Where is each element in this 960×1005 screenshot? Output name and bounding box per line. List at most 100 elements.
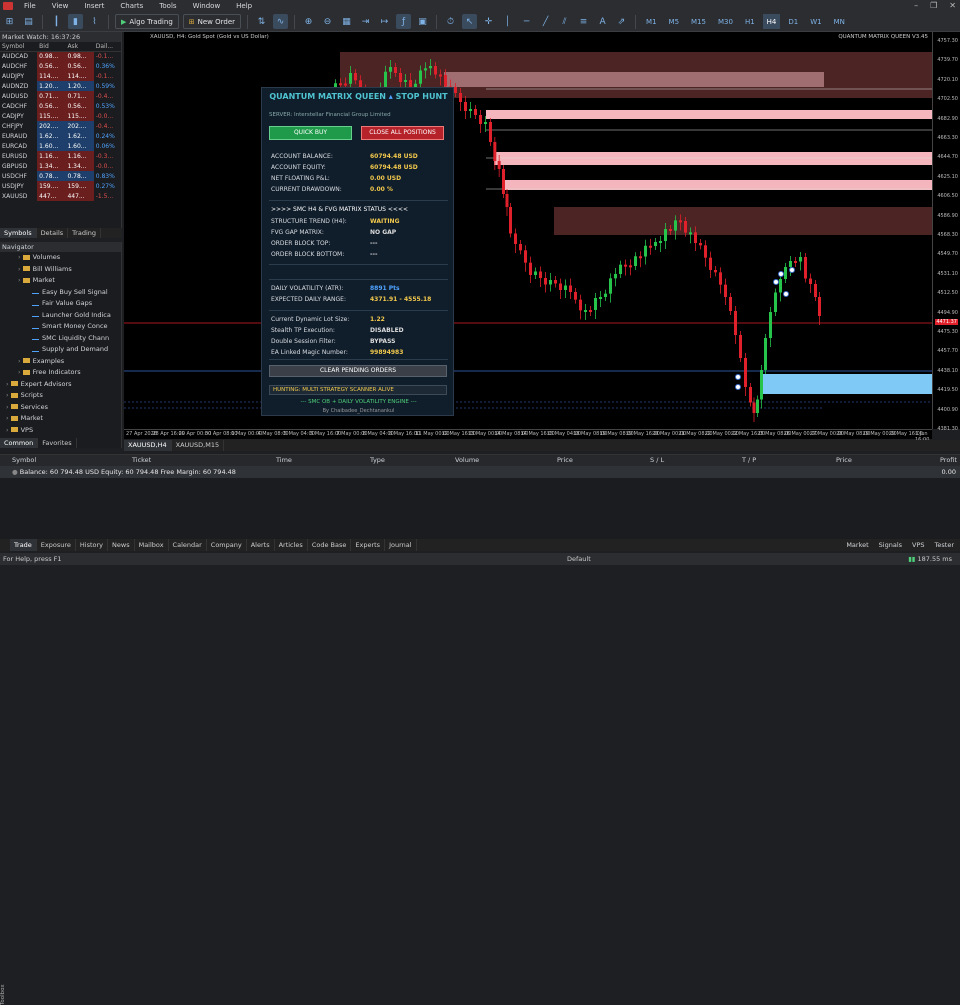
- tab-common[interactable]: Common: [0, 438, 39, 448]
- terminal-tab[interactable]: Exposure: [37, 539, 76, 551]
- clear-pending-button[interactable]: CLEAR PENDING ORDERS: [269, 365, 447, 377]
- menu-tools[interactable]: Tools: [151, 2, 184, 10]
- terminal-tab[interactable]: Journal: [385, 539, 417, 551]
- market-watch-row[interactable]: AUDUSD 0.71... 0.71... -0.4...: [0, 91, 122, 101]
- symbol-cell[interactable]: AUDNZD: [0, 81, 37, 91]
- close-icon[interactable]: ✕: [949, 1, 956, 10]
- quick-buy-button[interactable]: QUICK BUY: [269, 126, 352, 140]
- symbol-cell[interactable]: XAUUSD: [0, 191, 37, 201]
- new-order-button[interactable]: ⊞ New Order: [182, 14, 242, 29]
- navigator-item[interactable]: › VPS: [0, 425, 121, 437]
- terminal-tab[interactable]: Calendar: [169, 539, 207, 551]
- terminal-tab[interactable]: Experts: [351, 539, 386, 551]
- symbol-cell[interactable]: USDCHF: [0, 171, 37, 181]
- tab-details[interactable]: Details: [37, 228, 69, 238]
- terminal-col-header[interactable]: Time: [276, 455, 292, 466]
- market-watch-row[interactable]: USDCHF 0.78... 0.78... 0.83%: [0, 171, 122, 181]
- terminal-col-header[interactable]: Symbol: [12, 455, 36, 466]
- algo-trading-button[interactable]: ▶ Algo Trading: [115, 14, 179, 29]
- navigator-item[interactable]: Easy Buy Sell Signal: [0, 287, 121, 299]
- chart-tab-h4[interactable]: XAUUSD,H4: [124, 440, 172, 451]
- market-watch-row[interactable]: CHFJPY 202.... 202.... -0.4...: [0, 121, 122, 131]
- periods-icon[interactable]: ⏱: [443, 14, 458, 29]
- line-chart-icon[interactable]: ⌇: [87, 14, 102, 29]
- market-watch-row[interactable]: AUDJPY 114.... 114.... -0.1...: [0, 71, 122, 81]
- terminal-col-header[interactable]: Profit: [940, 455, 957, 466]
- cursor-icon[interactable]: ↖: [462, 14, 478, 29]
- terminal-col-header[interactable]: T / P: [742, 455, 756, 466]
- symbol-cell[interactable]: AUDUSD: [0, 91, 37, 101]
- tf-d1[interactable]: D1: [784, 14, 802, 29]
- market-watch-row[interactable]: CADJPY 115.... 115.... -0.0...: [0, 111, 122, 121]
- terminal-tab[interactable]: Company: [207, 539, 247, 551]
- price-axis[interactable]: 4757.30 4739.70 4720.10 4702.50 4682.90 4663.…: [932, 32, 960, 432]
- terminal-tab[interactable]: Code Base: [308, 539, 352, 551]
- market-watch-row[interactable]: AUDNZD 1.20... 1.20... 0.59%: [0, 81, 122, 91]
- navigator-item[interactable]: Fair Value Gaps: [0, 298, 121, 310]
- navigator-item[interactable]: › Expert Advisors: [0, 379, 121, 391]
- tf-w1[interactable]: W1: [806, 14, 825, 29]
- terminal-tab[interactable]: Mailbox: [135, 539, 169, 551]
- navigator-item[interactable]: Supply and Demand: [0, 344, 121, 356]
- navigator-item[interactable]: › Examples: [0, 356, 121, 368]
- fibonacci-icon[interactable]: ≡: [576, 14, 591, 29]
- restore-icon[interactable]: ❐: [930, 1, 937, 10]
- terminal-col-header[interactable]: Price: [557, 455, 573, 466]
- market-watch-row[interactable]: XAUUSD 447... 447... -1.5...: [0, 191, 122, 201]
- tile-windows-icon[interactable]: ▦: [339, 14, 354, 29]
- col-ask[interactable]: Ask: [65, 42, 94, 52]
- menu-window[interactable]: Window: [185, 2, 229, 10]
- col-symbol[interactable]: Symbol: [0, 42, 38, 52]
- tf-h4[interactable]: H4: [762, 14, 781, 29]
- depth-of-market-icon[interactable]: ⇅: [254, 14, 269, 29]
- new-chart-icon[interactable]: ⊞: [2, 14, 17, 29]
- terminal-tab[interactable]: History: [76, 539, 109, 551]
- text-icon[interactable]: A: [595, 14, 610, 29]
- symbol-cell[interactable]: AUDJPY: [0, 71, 37, 81]
- col-daily[interactable]: Dail...: [93, 42, 122, 52]
- terminal-col-header[interactable]: Ticket: [132, 455, 151, 466]
- terminal-tab[interactable]: Articles: [275, 539, 308, 551]
- symbol-cell[interactable]: CHFJPY: [0, 121, 37, 131]
- bar-chart-icon[interactable]: ┃: [49, 14, 64, 29]
- right-panel-tab[interactable]: Market: [846, 541, 868, 549]
- tab-favorites[interactable]: Favorites: [38, 438, 77, 448]
- autoscroll-icon[interactable]: ↦: [377, 14, 392, 29]
- right-panel-tab[interactable]: VPS: [912, 541, 925, 549]
- navigator-item[interactable]: Smart Money Conce: [0, 321, 121, 333]
- symbol-cell[interactable]: EURUSD: [0, 151, 37, 161]
- terminal-tab[interactable]: Trade: [10, 539, 37, 551]
- candlestick-chart[interactable]: BOS: [124, 32, 932, 429]
- symbol-cell[interactable]: CADJPY: [0, 111, 37, 121]
- terminal-tab[interactable]: News: [108, 539, 135, 551]
- balance-row[interactable]: ● Balance: 60 794.48 USD Equity: 60 794.…: [0, 466, 960, 478]
- candlestick-icon[interactable]: ▮: [68, 14, 83, 29]
- tf-mn[interactable]: MN: [830, 14, 849, 29]
- vertical-line-icon[interactable]: │: [500, 14, 515, 29]
- market-watch-row[interactable]: EURCAD 1.60... 1.60... 0.06%: [0, 141, 122, 151]
- horizontal-line-icon[interactable]: ─: [519, 14, 534, 29]
- trendline-icon[interactable]: ╱: [538, 14, 553, 29]
- templates-icon[interactable]: ▣: [415, 14, 430, 29]
- navigator-item[interactable]: › Market: [0, 275, 121, 287]
- symbol-cell[interactable]: USDJPY: [0, 181, 37, 191]
- menu-charts[interactable]: Charts: [112, 2, 151, 10]
- market-watch-row[interactable]: GBPUSD 1.34... 1.34... -0.0...: [0, 161, 122, 171]
- market-watch-row[interactable]: AUDCAD 0.98... 0.98... -0.1...: [0, 51, 122, 61]
- right-panel-tab[interactable]: Signals: [879, 541, 902, 549]
- terminal-col-header[interactable]: Price: [836, 455, 852, 466]
- market-watch-row[interactable]: CADCHF 0.56... 0.56... 0.53%: [0, 101, 122, 111]
- navigator-item[interactable]: › Market: [0, 413, 121, 425]
- tf-m15[interactable]: M15: [687, 14, 710, 29]
- symbol-cell[interactable]: AUDCAD: [0, 51, 37, 61]
- menu-help[interactable]: Help: [228, 2, 260, 10]
- menu-view[interactable]: View: [44, 2, 77, 10]
- menu-file[interactable]: File: [16, 2, 44, 10]
- symbol-cell[interactable]: AUDCHF: [0, 61, 37, 71]
- profiles-icon[interactable]: ▤: [21, 14, 36, 29]
- navigator-item[interactable]: › Volumes: [0, 252, 121, 264]
- market-watch-row[interactable]: USDJPY 159.... 159.... 0.27%: [0, 181, 122, 191]
- tf-h1[interactable]: H1: [741, 14, 759, 29]
- minimize-icon[interactable]: –: [914, 1, 918, 10]
- price-chart[interactable]: BOS XAUUSD, H4: Gold Spot (Gold vs US Do…: [124, 32, 932, 429]
